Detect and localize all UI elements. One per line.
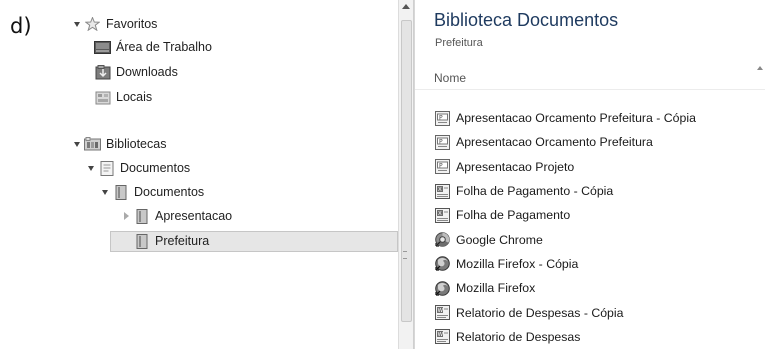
tree-item-downloads[interactable]: Downloads — [94, 62, 178, 82]
desktop-icon — [94, 40, 111, 55]
list-item[interactable]: P Apresentacao Orcamento Prefeitura — [434, 130, 696, 154]
libraries-icon — [84, 137, 101, 152]
chrome-shortcut-icon — [434, 232, 451, 247]
library-title: Biblioteca Documentos — [434, 10, 619, 30]
list-item[interactable]: W Relatorio de Despesas - Cópia — [434, 300, 696, 324]
content-pane: Biblioteca Documentos Prefeitura Nome P … — [415, 0, 765, 349]
file-name: Relatorio de Despesas - Cópia — [456, 305, 624, 320]
tree-item-label: Prefeitura — [155, 234, 210, 248]
tree-item-prefeitura[interactable]: Prefeitura — [133, 231, 209, 251]
svg-text:P: P — [439, 163, 443, 170]
presentation-file-icon: P — [434, 110, 451, 126]
file-name: Apresentacao Orcamento Prefeitura - Cópi… — [456, 111, 696, 126]
svg-text:X: X — [438, 211, 442, 217]
downloads-folder-icon — [94, 64, 111, 80]
grip-icon — [403, 251, 407, 259]
file-name: Mozilla Firefox - Cópia — [456, 256, 579, 271]
spreadsheet-file-icon: X — [434, 207, 451, 223]
folder-icon — [133, 208, 150, 224]
file-name: Mozilla Firefox — [456, 281, 536, 296]
list-item[interactable]: Mozilla Firefox — [434, 276, 696, 300]
file-list: P Apresentacao Orcamento Prefeitura - Có… — [434, 106, 696, 349]
collapse-arrow-icon[interactable] — [124, 212, 129, 220]
file-name: Folha de Pagamento - Cópia — [456, 184, 614, 199]
file-name: Apresentacao Orcamento Prefeitura — [456, 135, 653, 150]
list-item[interactable]: X Folha de Pagamento — [434, 203, 696, 227]
tree-item-label: Bibliotecas — [106, 137, 167, 151]
list-item[interactable]: W Relatorio de Despesas — [434, 325, 696, 349]
file-name: Apresentacao Projeto — [456, 159, 575, 174]
svg-text:P: P — [439, 114, 443, 121]
scrollbar-thumb[interactable] — [401, 20, 412, 322]
tree-item-apresentacao[interactable]: Apresentacao — [124, 206, 232, 226]
file-name: Relatorio de Despesas — [456, 329, 581, 344]
recent-places-icon — [94, 90, 111, 105]
file-name: Folha de Pagamento — [456, 208, 571, 223]
tree-item-documentos-folder[interactable]: Documentos — [102, 182, 204, 202]
list-item[interactable]: P Apresentacao Orcamento Prefeitura - Có… — [434, 106, 696, 130]
svg-text:P: P — [439, 138, 443, 145]
firefox-shortcut-icon — [434, 280, 451, 296]
tree-item-favoritos[interactable]: Favoritos — [74, 14, 157, 34]
tree-item-label: Área de Trabalho — [116, 40, 212, 54]
tree-item-area-de-trabalho[interactable]: Área de Trabalho — [94, 37, 212, 57]
tree-item-bibliotecas[interactable]: Bibliotecas — [74, 134, 166, 154]
svg-text:W: W — [438, 332, 444, 338]
expand-arrow-icon[interactable] — [74, 141, 80, 147]
svg-text:X: X — [438, 187, 442, 193]
spreadsheet-file-icon: X — [434, 183, 451, 199]
svg-text:W: W — [438, 308, 444, 314]
expand-arrow-icon[interactable] — [74, 21, 80, 27]
scroll-up-icon[interactable] — [402, 4, 410, 9]
navigation-pane: Favoritos Área de Trabalho Downloads Loc… — [58, 0, 398, 349]
firefox-shortcut-icon — [434, 256, 451, 272]
presentation-file-icon: P — [434, 134, 451, 150]
list-item[interactable]: P Apresentacao Projeto — [434, 155, 696, 179]
explorer-window: Favoritos Área de Trabalho Downloads Loc… — [58, 0, 765, 349]
column-header-nome[interactable]: Nome — [434, 71, 466, 85]
tree-item-label: Apresentacao — [155, 209, 233, 223]
figure-label: d) — [10, 14, 32, 38]
tree-item-label: Locais — [116, 90, 153, 104]
tree-item-label: Favoritos — [106, 17, 158, 31]
sort-arrow-icon — [757, 66, 763, 70]
star-icon — [84, 17, 101, 32]
document-file-icon: W — [434, 305, 451, 321]
list-item[interactable]: Google Chrome — [434, 227, 696, 251]
folder-icon — [133, 233, 150, 249]
header-separator — [415, 89, 765, 90]
tree-item-label: Documentos — [120, 161, 191, 175]
expand-arrow-icon[interactable] — [88, 165, 94, 171]
library-subtitle: Prefeitura — [435, 37, 483, 49]
list-item[interactable]: Mozilla Firefox - Cópia — [434, 252, 696, 276]
tree-item-locais[interactable]: Locais — [94, 87, 152, 107]
folder-icon — [112, 184, 129, 200]
list-item[interactable]: X Folha de Pagamento - Cópia — [434, 179, 696, 203]
tree-item-label: Documentos — [134, 185, 205, 199]
tree-item-documentos-library[interactable]: Documentos — [88, 158, 190, 178]
document-file-icon: W — [434, 329, 451, 345]
presentation-file-icon: P — [434, 159, 451, 175]
expand-arrow-icon[interactable] — [102, 189, 108, 195]
documents-library-icon — [98, 160, 115, 176]
tree-item-label: Downloads — [116, 65, 178, 79]
file-name: Google Chrome — [456, 232, 543, 247]
nav-scrollbar[interactable] — [398, 0, 414, 349]
